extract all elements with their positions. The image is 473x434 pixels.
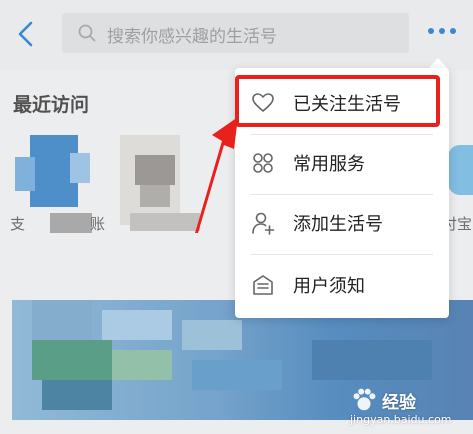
menu-item-label: 用户须知 [293, 276, 365, 297]
menu-item-label: 常用服务 [293, 154, 365, 175]
notice-icon [253, 275, 273, 295]
menu-item-label: 添加生活号 [293, 214, 383, 235]
add-user-icon [252, 212, 275, 235]
watermark-product: 经验 [382, 393, 416, 413]
paw-logo-icon [353, 388, 376, 411]
grid-icon [253, 153, 273, 173]
red-arrow-icon [190, 117, 238, 233]
menu-item-notice[interactable]: 用户须知 [235, 254, 449, 316]
watermark-url: jingyan.baidu.com [350, 413, 452, 426]
menu-item-services[interactable]: 常用服务 [235, 132, 449, 194]
baidu-watermark: 经验 jingyan.baidu.com [330, 386, 470, 432]
highlight-box [235, 75, 440, 127]
menu-item-add[interactable]: 添加生活号 [235, 192, 449, 254]
